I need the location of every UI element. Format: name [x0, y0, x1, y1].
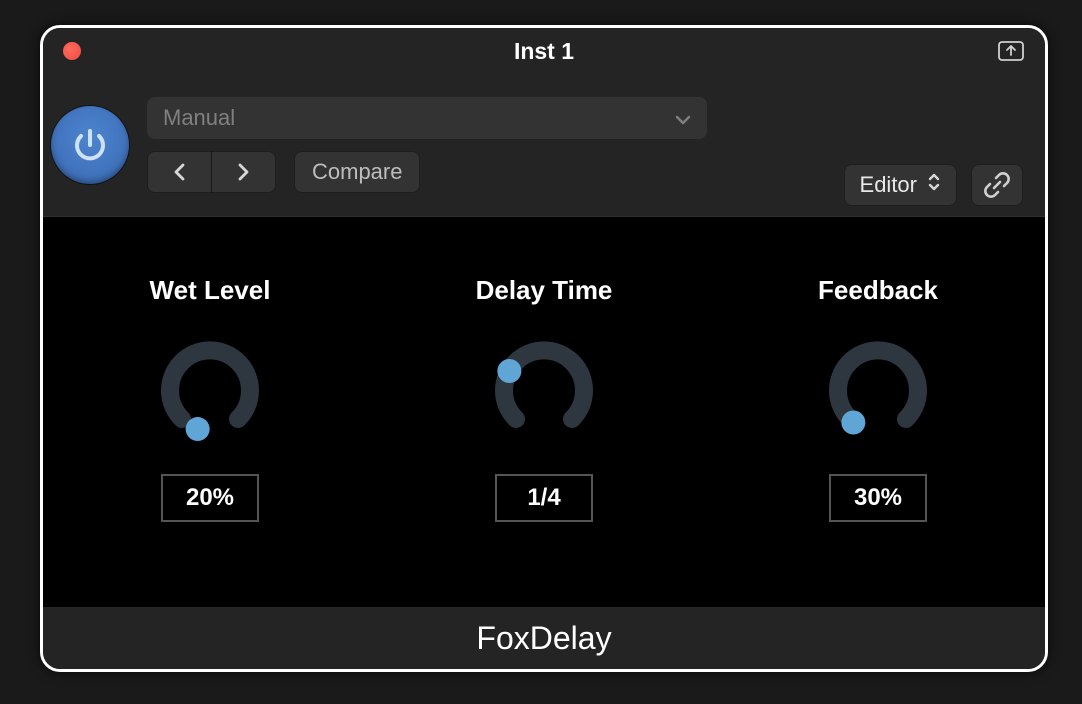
compare-label: Compare	[312, 159, 402, 185]
knob-control[interactable]	[155, 336, 265, 446]
up-down-icon	[927, 171, 941, 199]
knob-feedback: Feedback 30%	[758, 275, 998, 522]
knob-control[interactable]	[823, 336, 933, 446]
knob-label: Feedback	[818, 275, 938, 306]
editor-label: Editor	[860, 172, 917, 198]
knob-label: Wet Level	[150, 275, 271, 306]
preset-prev-button[interactable]	[147, 151, 211, 193]
link-button[interactable]	[971, 164, 1023, 206]
close-button[interactable]	[63, 42, 81, 60]
plugin-name: FoxDelay	[476, 620, 611, 657]
toolbar-right: Editor	[844, 64, 1023, 226]
window-title: Inst 1	[514, 38, 574, 65]
plugin-body: Wet Level 20% Delay Time 1/4 Feedback	[43, 217, 1045, 607]
knob-label: Delay Time	[476, 275, 613, 306]
preset-next-button[interactable]	[211, 151, 276, 193]
preset-name: Manual	[163, 105, 235, 131]
power-button[interactable]	[51, 106, 129, 184]
preset-nav	[147, 151, 276, 193]
editor-toggle[interactable]: Editor	[844, 164, 957, 206]
chevron-down-icon	[675, 105, 691, 131]
knob-wet-level: Wet Level 20%	[90, 275, 330, 522]
preset-select[interactable]: Manual	[147, 97, 707, 139]
toolbar: Manual	[43, 74, 1045, 217]
toolbar-middle: Manual	[147, 97, 826, 193]
toolbar-row2: Compare	[147, 151, 826, 193]
plugin-window: Inst 1 Manual	[40, 25, 1048, 672]
knob-value[interactable]: 20%	[161, 474, 259, 522]
compare-button[interactable]: Compare	[294, 151, 420, 193]
titlebar: Inst 1	[43, 28, 1045, 74]
knob-value[interactable]: 30%	[829, 474, 927, 522]
plugin-footer: FoxDelay	[43, 607, 1045, 669]
popout-icon[interactable]	[997, 40, 1025, 62]
knob-value[interactable]: 1/4	[495, 474, 593, 522]
knob-delay-time: Delay Time 1/4	[424, 275, 664, 522]
knob-control[interactable]	[489, 336, 599, 446]
